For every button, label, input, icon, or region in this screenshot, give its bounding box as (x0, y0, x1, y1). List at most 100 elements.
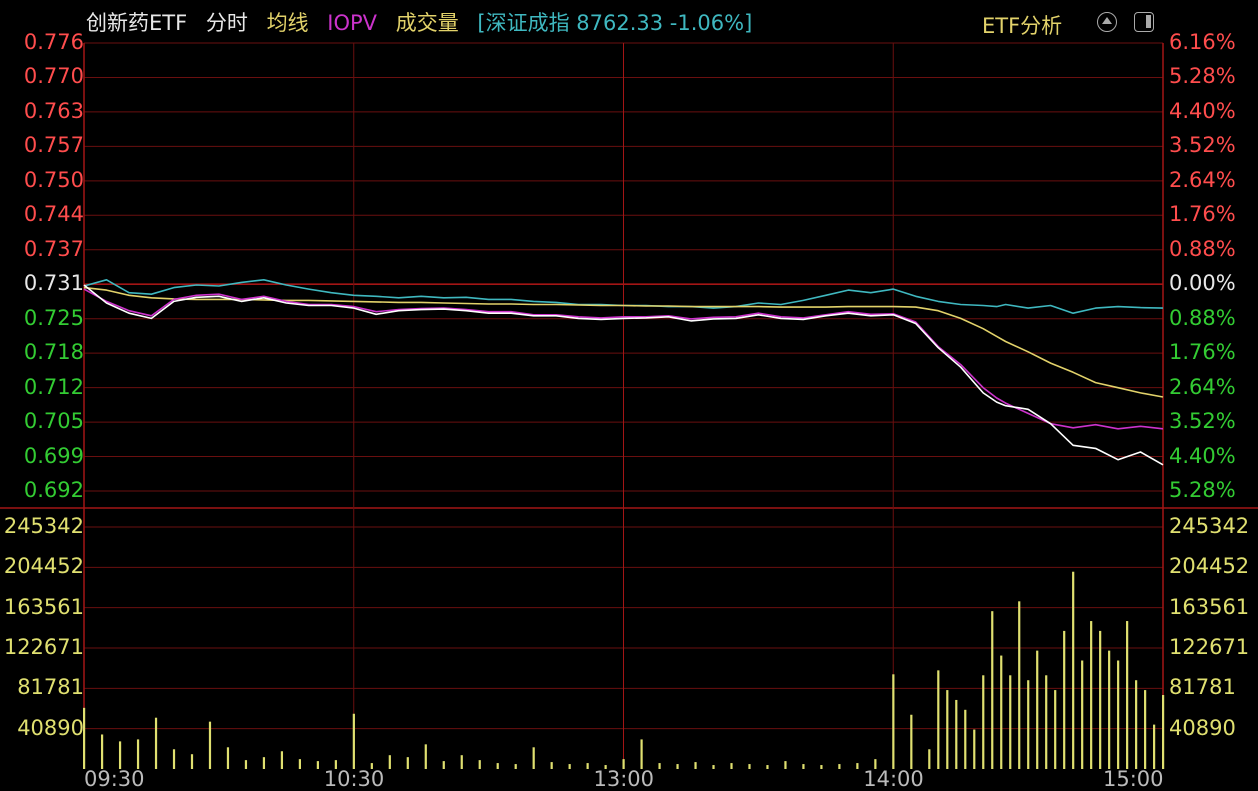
volume-bar (172, 749, 176, 769)
volume-bar (1117, 660, 1120, 769)
expand-icon[interactable] (1097, 12, 1117, 32)
etf-analysis-link[interactable]: ETF分析 (982, 10, 1062, 40)
percent-tick-label: 1.76% (1169, 340, 1236, 365)
volume-bar (1072, 571, 1075, 769)
volume-tick-label: 40890 (1169, 715, 1236, 740)
volume-bar (136, 739, 140, 769)
volume-bar (1000, 655, 1003, 769)
time-tick-label: 14:00 (863, 767, 924, 791)
time-tick-label: 09:30 (84, 767, 145, 791)
volume-bar (550, 762, 553, 769)
volume-bar (1027, 680, 1030, 769)
volume-bar (496, 763, 499, 769)
price-tick-label: 0.770 (23, 64, 84, 89)
percent-tick-label: 0.00% (1169, 271, 1236, 296)
price-tick-label: 0.731 (23, 271, 84, 296)
volume-bar (280, 751, 284, 769)
volume-bar (640, 739, 643, 769)
percent-tick-label: 4.40% (1169, 98, 1236, 123)
panel-icon[interactable] (1134, 12, 1154, 32)
volume-bar (568, 764, 571, 769)
volume-tick-label: 163561 (3, 594, 84, 619)
volume-bar (208, 721, 212, 769)
volume-bar (1135, 680, 1138, 769)
volume-bar (676, 764, 679, 769)
security-name: 创新药ETF (86, 11, 188, 35)
volume-tick-label: 245342 (1169, 514, 1250, 538)
volume-tick-label: 163561 (1169, 594, 1250, 619)
volume-bar (154, 717, 158, 769)
percent-tick-label: 2.64% (1169, 374, 1236, 399)
volume-bar (964, 709, 967, 769)
volume-bar (694, 762, 697, 769)
volume-tick-label: 204452 (3, 554, 84, 579)
volume-bar (766, 765, 769, 769)
chart-grid (0, 42, 1258, 769)
percent-tick-label: 3.52% (1169, 409, 1236, 434)
volume-bar (244, 760, 248, 769)
volume-bar (892, 674, 895, 769)
avg-line-label[interactable]: 均线 (267, 11, 309, 35)
volume-bar (910, 714, 913, 769)
volume-bar (1090, 621, 1093, 769)
volume-bar (946, 690, 949, 769)
chart-header: 创新药ETF 分时 均线 IOPV 成交量 [深证成指 8762.33 -1.0… (86, 7, 764, 37)
price-tick-label: 0.776 (23, 30, 84, 54)
volume-bar (298, 759, 301, 769)
volume-bar (586, 763, 589, 769)
percent-tick-label: 3.52% (1169, 133, 1236, 158)
volume-tick-label: 81781 (1169, 675, 1236, 700)
price-tick-label: 0.763 (23, 98, 84, 123)
volume-bar (1144, 690, 1147, 769)
volume-bar (1099, 630, 1102, 769)
iopv-label[interactable]: IOPV (327, 11, 377, 35)
volume-bar (955, 699, 958, 769)
volume-tick-label: 81781 (17, 675, 84, 700)
volume-bar (478, 760, 481, 769)
percent-tick-label: 4.40% (1169, 443, 1236, 468)
volume-label[interactable]: 成交量 (396, 11, 459, 35)
volume-bar (1162, 695, 1165, 769)
volume-bar (730, 763, 733, 769)
price-tick-label: 0.705 (23, 409, 84, 434)
volume-bar (190, 754, 194, 769)
volume-bar (856, 763, 859, 769)
volume-bar (1045, 675, 1048, 769)
etf-intraday-chart[interactable] (0, 0, 1258, 780)
volume-bar (100, 734, 104, 769)
volume-bar (838, 764, 841, 769)
time-tick-label: 10:30 (323, 767, 385, 791)
volume-bar (460, 755, 463, 769)
volume-bar (1063, 630, 1066, 769)
volume-bar (658, 763, 661, 769)
volume-bar (424, 744, 427, 769)
volume-bar (442, 761, 445, 769)
price-tick-label: 0.692 (23, 478, 84, 502)
volume-bar (262, 757, 266, 769)
percent-tick-label: 0.88% (1169, 305, 1236, 330)
percent-tick-label: 5.28% (1169, 478, 1236, 502)
volume-bar (928, 749, 931, 769)
volume-tick-label: 122671 (3, 635, 84, 659)
volume-bar (820, 765, 823, 769)
volume-bar (937, 670, 940, 769)
volume-bar (388, 755, 391, 769)
volume-bar (352, 713, 355, 769)
volume-tick-label: 245342 (3, 514, 84, 538)
price-tick-label: 0.757 (23, 133, 84, 158)
volume-bar (1018, 601, 1021, 769)
volume-bar (1108, 650, 1111, 769)
volume-bar (1054, 690, 1057, 769)
index-reference[interactable]: [深证成指 8762.33 -1.06%] (477, 11, 752, 35)
mode-label[interactable]: 分时 (206, 11, 248, 35)
volume-bar (1126, 621, 1129, 769)
time-tick-label: 15:00 (1103, 767, 1164, 791)
volume-bar (406, 757, 409, 769)
volume-bar (532, 747, 535, 769)
price-tick-label: 0.699 (23, 443, 84, 468)
volume-bar (118, 741, 122, 769)
percent-tick-label: 6.16% (1169, 30, 1236, 54)
volume-bar (1036, 650, 1039, 769)
volume-bar (514, 764, 517, 769)
percent-tick-label: 5.28% (1169, 64, 1236, 89)
